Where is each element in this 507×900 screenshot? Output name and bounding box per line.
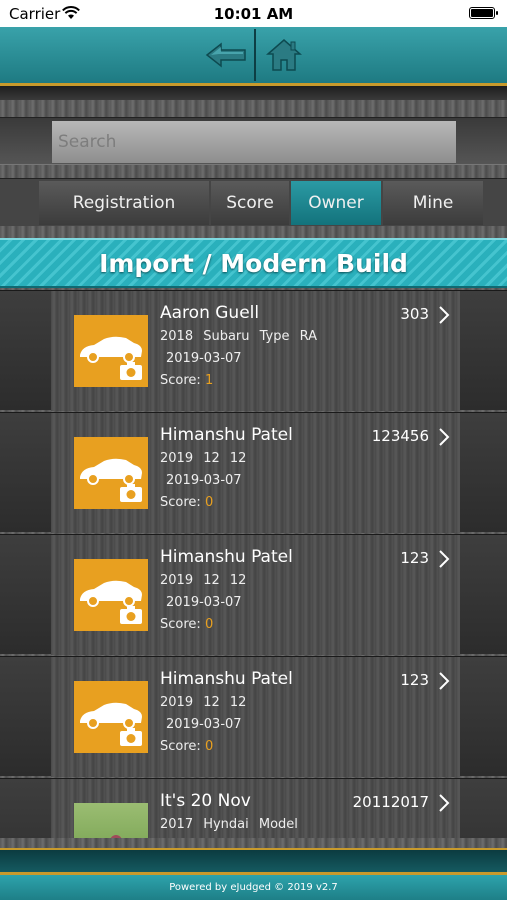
car-camera-icon: [80, 458, 142, 502]
score-line: Score: 0: [160, 495, 213, 510]
score-value: 0: [204, 739, 214, 754]
tab-registration[interactable]: Registration: [39, 181, 209, 225]
entry-number: 123: [400, 671, 429, 689]
footer-bar: Powered by eJudged © 2019 v2.7: [0, 875, 507, 900]
back-button[interactable]: [202, 33, 250, 77]
chevron-right-icon: [439, 672, 450, 690]
car-thumbnail: [74, 437, 148, 509]
score-line: Score: 0: [160, 739, 213, 754]
segmented-tabs: Registration Score Owner Mine: [0, 178, 507, 226]
chevron-right-icon: [439, 794, 450, 812]
car-thumbnail: [74, 681, 148, 753]
entry-date: 2019-03-07: [166, 717, 242, 732]
photo-image: [110, 835, 122, 838]
tab-mine[interactable]: Mine: [383, 181, 483, 225]
entry-list: Aaron Guell 303 2018 Subaru Type RA 2019…: [0, 290, 507, 838]
score-value: 0: [204, 495, 214, 510]
owner-name: Himanshu Patel: [160, 669, 293, 689]
header-shadow-band: [0, 86, 507, 100]
chevron-right-icon: [439, 550, 450, 568]
app-header: [0, 27, 507, 83]
back-arrow-icon: [205, 42, 246, 68]
home-icon: [266, 39, 302, 71]
footer-shadow-band: [0, 850, 507, 872]
car-camera-icon: [80, 580, 142, 624]
owner-name: It's 20 Nov: [160, 791, 251, 811]
vehicle-info: 2018 Subaru Type RA: [160, 329, 318, 344]
score-value: 1: [204, 373, 214, 388]
owner-name: Himanshu Patel: [160, 425, 293, 445]
vehicle-info: 2019 12 12: [160, 573, 247, 588]
search-bar: [0, 117, 507, 165]
entry-number: 303: [400, 305, 429, 323]
entry-date: 2019-03-07: [166, 351, 242, 366]
home-button[interactable]: [260, 33, 308, 77]
car-camera-icon: [80, 702, 142, 746]
chevron-right-icon: [439, 306, 450, 324]
tab-owner[interactable]: Owner: [291, 181, 381, 225]
entry-number: 123456: [371, 427, 429, 445]
vehicle-info: 2019 12 12: [160, 451, 247, 466]
tab-label: Score: [226, 193, 274, 213]
score-label: Score:: [160, 495, 201, 510]
search-input[interactable]: [52, 121, 456, 163]
owner-name: Himanshu Patel: [160, 547, 293, 567]
car-thumbnail: [74, 559, 148, 631]
car-thumbnail: [74, 315, 148, 387]
list-item[interactable]: It's 20 Nov 20112017 2017 Hyndai Model: [0, 778, 507, 838]
tab-label: Owner: [308, 193, 364, 213]
list-item[interactable]: Himanshu Patel 123456 2019 12 12 2019-03…: [0, 412, 507, 533]
entry-number: 20112017: [352, 793, 429, 811]
status-time: 10:01 AM: [213, 5, 294, 23]
score-label: Score:: [160, 373, 201, 388]
section-title: Import / Modern Build: [99, 248, 408, 278]
battery-icon: [469, 7, 498, 19]
score-label: Score:: [160, 617, 201, 632]
header-separator: [254, 29, 256, 81]
tab-label: Registration: [72, 193, 176, 213]
footer-text: Powered by eJudged © 2019 v2.7: [169, 882, 338, 893]
score-line: Score: 1: [160, 373, 213, 388]
score-line: Score: 0: [160, 617, 213, 632]
chevron-right-icon: [439, 428, 450, 446]
entry-number: 123: [400, 549, 429, 567]
tab-score[interactable]: Score: [211, 181, 289, 225]
entry-date: 2019-03-07: [166, 595, 242, 610]
photo-thumbnail: [74, 803, 148, 838]
owner-name: Aaron Guell: [160, 303, 260, 323]
score-label: Score:: [160, 739, 201, 754]
vehicle-info: 2019 12 12: [160, 695, 247, 710]
section-header: Import / Modern Build: [0, 238, 507, 288]
list-item[interactable]: Himanshu Patel 123 2019 12 12 2019-03-07…: [0, 534, 507, 655]
list-item[interactable]: Aaron Guell 303 2018 Subaru Type RA 2019…: [0, 290, 507, 411]
status-bar: Carrier 10:01 AM: [0, 0, 507, 27]
score-value: 0: [204, 617, 214, 632]
car-camera-icon: [80, 336, 142, 380]
list-item[interactable]: Himanshu Patel 123 2019 12 12 2019-03-07…: [0, 656, 507, 777]
vehicle-info: 2017 Hyndai Model: [160, 817, 298, 832]
entry-date: 2019-03-07: [166, 473, 242, 488]
tab-label: Mine: [412, 193, 454, 213]
